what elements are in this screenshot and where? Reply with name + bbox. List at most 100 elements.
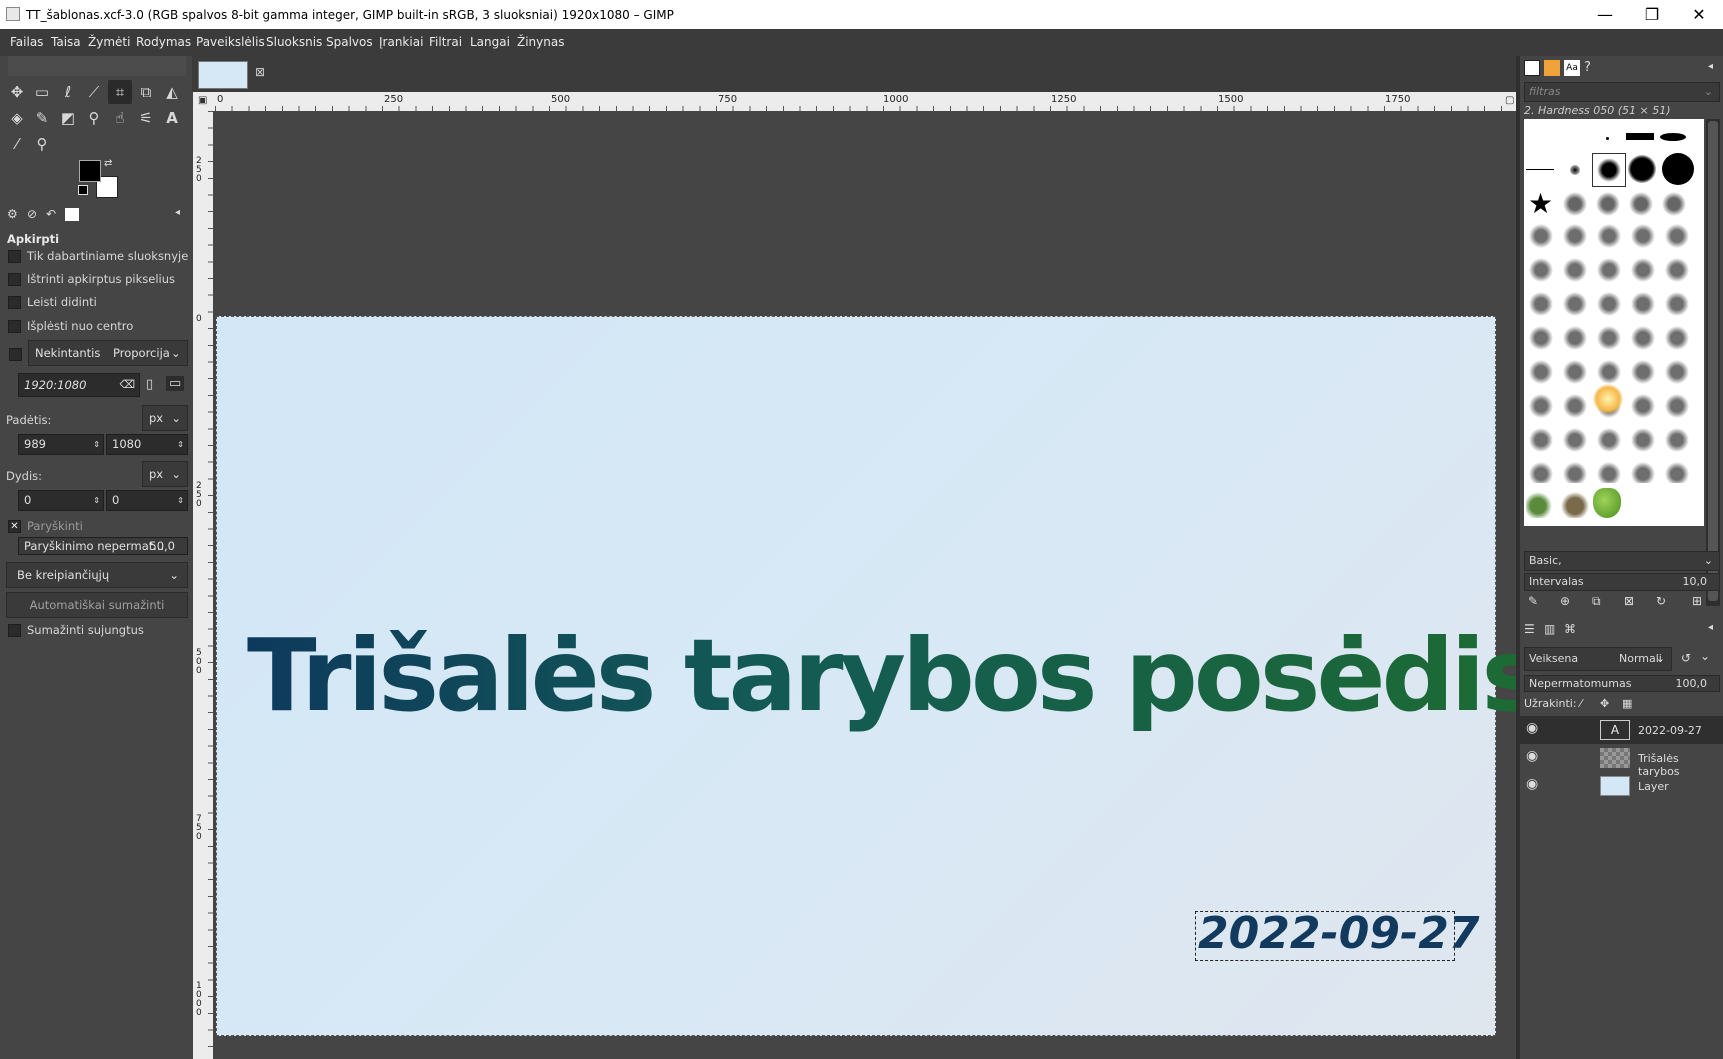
shrink-merged-checkbox[interactable] (8, 624, 21, 637)
foreground-color-swatch[interactable] (79, 160, 101, 182)
spin-icon[interactable]: ⇕ (177, 491, 184, 510)
menu-select[interactable]: Žymėti (88, 35, 130, 49)
expand-center-checkbox[interactable] (8, 320, 21, 333)
brush-texture-rows[interactable] (1526, 221, 1694, 483)
current-layer-only-option[interactable]: Tik dabartiniame sluoksnyje (8, 249, 188, 263)
lock-alpha-icon[interactable]: ▦ (1622, 697, 1632, 710)
spin-icon[interactable]: ⇕ (93, 491, 100, 510)
color-picker-tool-icon[interactable]: ⁄ (5, 132, 29, 156)
brush-item[interactable] (1526, 155, 1556, 185)
spin-icon[interactable]: ⇕ (93, 435, 100, 454)
star-brush-icon[interactable]: ★ (1528, 189, 1558, 219)
wilber-brush-icon[interactable] (1560, 488, 1590, 518)
refresh-brushes-icon[interactable]: ↻ (1656, 594, 1666, 608)
warp-tool-icon[interactable]: ◭ (160, 80, 184, 104)
quick-mask-icon[interactable]: ▣ (198, 95, 207, 106)
lock-position-icon[interactable]: ✥ (1600, 697, 1609, 710)
menu-view[interactable]: Rodymas (136, 35, 191, 49)
menu-tools[interactable]: Įrankiai (379, 35, 423, 49)
clone-tool-icon[interactable]: ⚲ (82, 106, 106, 130)
layers-tab-icon[interactable]: ☰ (1524, 622, 1535, 636)
close-tab-icon[interactable]: ⊠ (255, 65, 265, 79)
image-canvas[interactable]: Trišalės tarybos posėdis 2022-09-27 (216, 316, 1542, 1036)
layer-row[interactable]: ◉ Trišalės tarybos (1520, 744, 1723, 778)
brush-texture-row-1[interactable] (1560, 189, 1692, 221)
maximize-button[interactable]: ❐ (1632, 2, 1672, 28)
default-colors-icon[interactable] (78, 185, 88, 195)
menu-layer[interactable]: Sluoksnis (266, 35, 322, 49)
menu-filters[interactable]: Filtrai (429, 35, 462, 49)
brush-scrollbar-thumb[interactable] (1708, 121, 1718, 601)
highlight-checkbox[interactable]: ✕ (8, 520, 21, 533)
position-unit-dropdown[interactable]: px ⌄ (142, 405, 188, 431)
bucket-fill-tool-icon[interactable]: ◈ (5, 106, 29, 130)
tool-options-tab-icon[interactable]: ⚙ (7, 207, 18, 221)
aspect-ratio-field[interactable]: 1920:1080 ⌫ (18, 373, 140, 397)
size-width-field[interactable]: 0 ⇕ (18, 490, 104, 511)
expand-center-option[interactable]: Išplėsti nuo centro (8, 319, 133, 333)
brush-filter-input[interactable]: filtras ⌄ (1524, 82, 1720, 102)
allow-grow-checkbox[interactable] (8, 296, 21, 309)
layer-mode-dropdown[interactable]: Veiksena Normali ⌄ (1524, 647, 1672, 671)
menu-windows[interactable]: Langai (470, 35, 510, 49)
menu-colors[interactable]: Spalvos (326, 35, 373, 49)
brushes-tab-icon[interactable] (1524, 60, 1540, 76)
dock-menu-icon[interactable]: ◂ (175, 207, 180, 218)
position-y-field[interactable]: 1080 ⇕ (106, 434, 188, 455)
fuzzy-select-tool-icon[interactable]: ⟋ (82, 80, 106, 104)
close-button[interactable]: ✕ (1679, 2, 1719, 28)
crop-tool-icon[interactable]: ⌗ (108, 80, 132, 104)
minimize-button[interactable]: — (1585, 2, 1625, 28)
image-tab-thumbnail[interactable] (198, 61, 248, 89)
layer-row[interactable]: ◉ A 2022-09-27 (1520, 716, 1723, 744)
menu-file[interactable]: Failas (10, 35, 43, 49)
paintbrush-tool-icon[interactable]: ✎ (30, 106, 54, 130)
brush-item[interactable] (1662, 153, 1694, 185)
brush-item[interactable] (1526, 121, 1556, 151)
highlight-opacity-slider[interactable]: Paryškinimo nepermat... 50,0 (18, 537, 188, 555)
brush-item[interactable] (1660, 123, 1690, 153)
zoom-tool-icon[interactable]: ⚲ (30, 132, 54, 156)
shrink-merged-option[interactable]: Sumažinti sujungtus (8, 623, 144, 637)
brush-preset-dropdown[interactable]: Basic, ⌄ (1524, 551, 1720, 571)
brush-item[interactable] (1626, 123, 1656, 153)
edit-brush-icon[interactable]: ✎ (1528, 594, 1538, 608)
spin-icon[interactable]: ⇕ (177, 435, 184, 454)
brush-item[interactable] (1628, 155, 1658, 185)
rect-select-tool-icon[interactable]: ▭ (30, 80, 54, 104)
images-tab-icon[interactable] (65, 208, 79, 221)
chevron-down-icon[interactable]: ⌄ (1700, 649, 1710, 663)
glow-brush-icon[interactable] (1593, 384, 1623, 414)
menu-help[interactable]: Žinynas (517, 35, 564, 49)
delete-pixels-option[interactable]: Ištrinti apkirptus pikselius (8, 272, 175, 286)
fixed-mode-dropdown[interactable]: Nekintantis Proporcija ⌄ (28, 340, 188, 366)
pepper-brush-icon[interactable] (1593, 488, 1621, 518)
size-height-field[interactable]: 0 ⇕ (106, 490, 188, 511)
delete-brush-icon[interactable]: ⊠ (1624, 594, 1634, 608)
dock-menu-icon[interactable]: ◂ (1708, 622, 1713, 633)
menu-edit[interactable]: Taisa (51, 35, 81, 49)
visibility-eye-icon[interactable]: ◉ (1526, 776, 1538, 792)
move-tool-icon[interactable]: ✥ (5, 80, 29, 104)
brush-spacing-slider[interactable]: Intervalas 10,0 (1524, 573, 1720, 591)
swap-colors-icon[interactable]: ⇄ (104, 158, 112, 169)
fixed-aspect-checkbox[interactable] (9, 348, 22, 361)
open-brush-as-image-icon[interactable]: ⊞ (1692, 594, 1702, 608)
duplicate-brush-icon[interactable]: ⧉ (1592, 594, 1601, 609)
portrait-icon[interactable]: ▯ (146, 377, 153, 392)
highlight-option[interactable]: ✕ Paryškinti (8, 519, 83, 533)
date-text-layer-boundary[interactable]: 2022-09-27 (1195, 908, 1479, 961)
visibility-eye-icon[interactable]: ◉ (1526, 720, 1538, 736)
brush-scrollbar[interactable] (1706, 119, 1720, 606)
dock-menu-icon[interactable]: ◂ (1708, 61, 1713, 72)
layer-opacity-slider[interactable]: Nepermatomumas 100,0 (1524, 675, 1720, 692)
patterns-tab-icon[interactable] (1544, 60, 1560, 76)
current-layer-only-checkbox[interactable] (8, 250, 21, 263)
smudge-tool-icon[interactable]: ☝ (108, 106, 132, 130)
clear-field-icon[interactable]: ⌫ (119, 374, 135, 396)
delete-pixels-checkbox[interactable] (8, 273, 21, 286)
fonts-tab-icon[interactable]: Aa (1564, 60, 1580, 76)
help-tab-icon[interactable]: ? (1584, 60, 1591, 75)
brush-item-selected[interactable] (1592, 153, 1626, 187)
layer-row[interactable]: ◉ Layer (1520, 772, 1723, 800)
